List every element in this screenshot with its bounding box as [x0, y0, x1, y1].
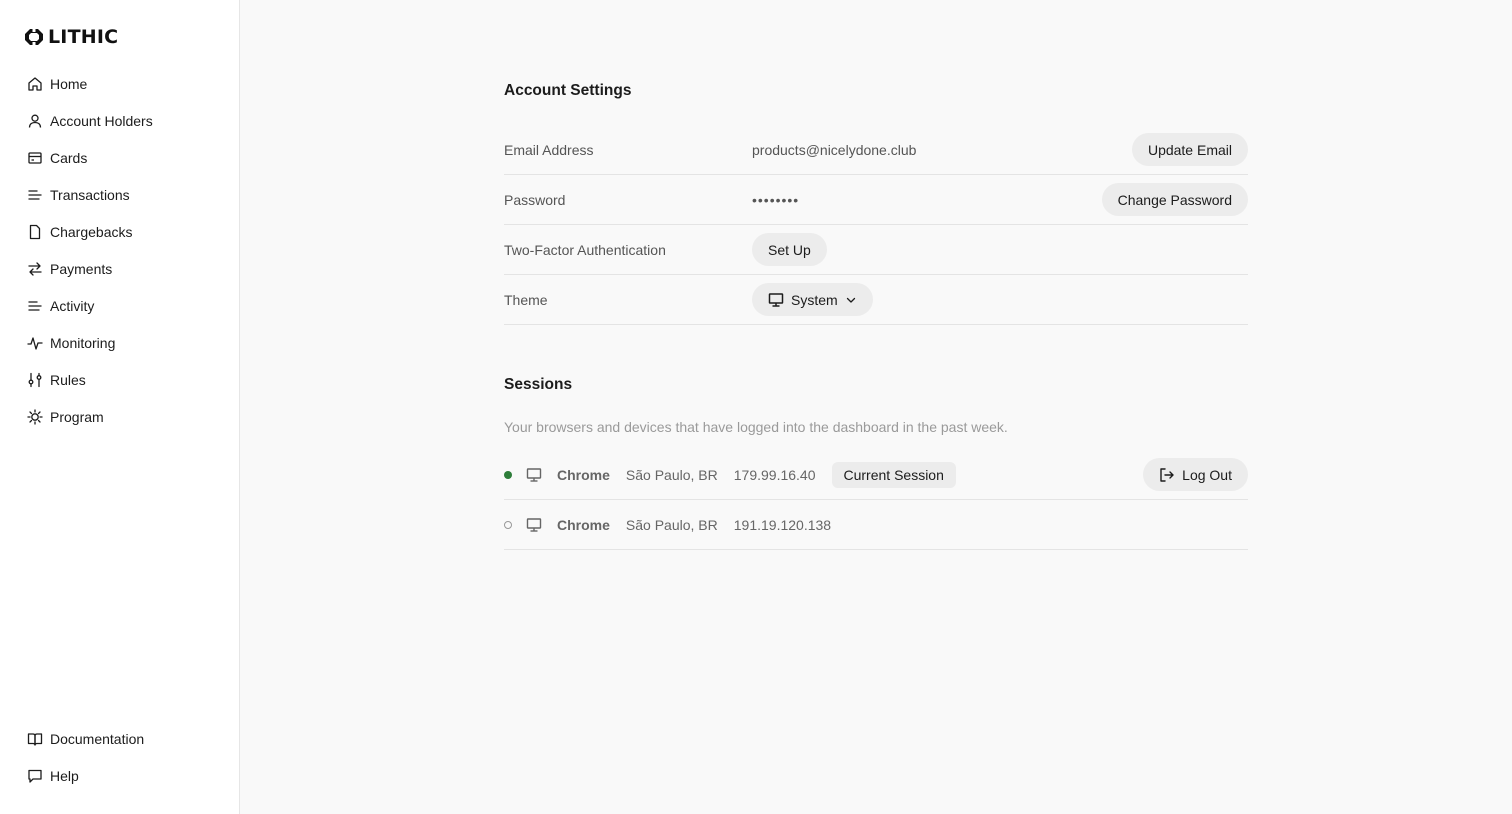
email-label: Email Address	[504, 141, 594, 158]
sliders-icon	[28, 372, 42, 387]
session-location: São Paulo, BR	[625, 466, 718, 483]
sidebar-item-home[interactable]: Home	[0, 65, 239, 102]
sidebar-item-help[interactable]: Help	[0, 757, 239, 794]
sidebar-item-documentation[interactable]: Documentation	[0, 720, 239, 757]
session-ip: 191.19.120.138	[733, 516, 832, 533]
monitor-icon	[526, 517, 542, 532]
email-row: Email Address products@nicelydone.club U…	[504, 125, 1248, 175]
brand-name: LITHIC	[48, 26, 119, 48]
sidebar-item-label: Cards	[50, 149, 88, 166]
monitor-icon	[768, 292, 784, 307]
session-ip: 179.99.16.40	[733, 466, 816, 483]
sidebar-item-chargebacks[interactable]: Chargebacks	[0, 213, 239, 250]
sidebar-item-label: Program	[50, 408, 104, 425]
session-browser: Chrome	[557, 516, 610, 533]
change-password-button[interactable]: Change Password	[1101, 183, 1248, 216]
arrows-exchange-icon	[28, 261, 42, 276]
sidebar-item-payments[interactable]: Payments	[0, 250, 239, 287]
sidebar-bottom-nav: Documentation Help	[0, 720, 239, 794]
sidebar-item-activity[interactable]: Activity	[0, 287, 239, 324]
theme-select[interactable]: System	[752, 283, 873, 316]
password-value: ••••••••	[752, 191, 800, 208]
sidebar-item-program[interactable]: Program	[0, 398, 239, 435]
sidebar-item-account-holders[interactable]: Account Holders	[0, 102, 239, 139]
session-location: São Paulo, BR	[625, 516, 718, 533]
two-factor-label: Two-Factor Authentication	[504, 241, 666, 258]
list-icon	[28, 300, 42, 311]
theme-select-value: System	[791, 291, 838, 308]
current-session-badge: Current Session	[831, 461, 956, 488]
sidebar-item-label: Chargebacks	[50, 223, 133, 240]
session-browser: Chrome	[557, 466, 610, 483]
list-icon	[28, 189, 42, 200]
document-icon	[29, 224, 41, 239]
sidebar-item-label: Monitoring	[50, 334, 116, 351]
sidebar-item-transactions[interactable]: Transactions	[0, 176, 239, 213]
password-label: Password	[504, 191, 566, 208]
sessions-description: Your browsers and devices that have logg…	[504, 419, 1008, 435]
email-value: products@nicelydone.club	[752, 141, 917, 158]
gear-icon	[27, 408, 43, 425]
sidebar-item-rules[interactable]: Rules	[0, 361, 239, 398]
card-icon	[28, 151, 42, 164]
inactive-status-dot	[504, 520, 512, 529]
user-icon	[28, 114, 42, 128]
monitor-icon	[526, 467, 542, 482]
sidebar-item-label: Payments	[50, 260, 113, 277]
sidebar-item-label: Account Holders	[50, 112, 153, 129]
two-factor-row: Two-Factor Authentication Set Up	[504, 225, 1248, 275]
chevron-down-icon	[846, 297, 855, 303]
theme-label: Theme	[504, 291, 548, 308]
log-out-button[interactable]: Log Out	[1143, 458, 1248, 491]
account-settings-title: Account Settings	[504, 82, 632, 99]
sidebar-item-cards[interactable]: Cards	[0, 139, 239, 176]
set-up-2fa-button[interactable]: Set Up	[752, 233, 827, 266]
book-icon	[27, 732, 43, 746]
brand-logo[interactable]: LITHIC	[24, 26, 118, 48]
session-row: Chrome São Paulo, BR 191.19.120.138	[504, 500, 1248, 550]
home-icon	[28, 76, 42, 91]
sidebar-item-label: Home	[50, 75, 88, 92]
password-row: Password •••••••• Change Password	[504, 175, 1248, 225]
sidebar-item-label: Help	[50, 767, 79, 784]
sidebar-item-label: Rules	[50, 371, 86, 388]
sidebar: LITHIC Home Account Holders Cards Transa…	[0, 0, 240, 814]
log-out-icon	[1160, 467, 1174, 482]
lithic-logo-icon	[25, 28, 43, 46]
pulse-icon	[27, 336, 43, 350]
sidebar-nav: Home Account Holders Cards Transactions …	[0, 65, 239, 435]
sidebar-item-label: Transactions	[50, 186, 130, 203]
theme-row: Theme System	[504, 275, 1248, 325]
sidebar-item-monitoring[interactable]: Monitoring	[0, 324, 239, 361]
sidebar-item-label: Documentation	[50, 730, 145, 747]
update-email-button[interactable]: Update Email	[1131, 133, 1248, 166]
active-status-dot	[504, 470, 512, 479]
log-out-label: Log Out	[1182, 466, 1232, 483]
chat-icon	[28, 769, 42, 783]
session-row: Chrome São Paulo, BR 179.99.16.40 Curren…	[504, 450, 1248, 500]
sessions-title: Sessions	[504, 376, 573, 393]
sidebar-item-label: Activity	[50, 297, 95, 314]
